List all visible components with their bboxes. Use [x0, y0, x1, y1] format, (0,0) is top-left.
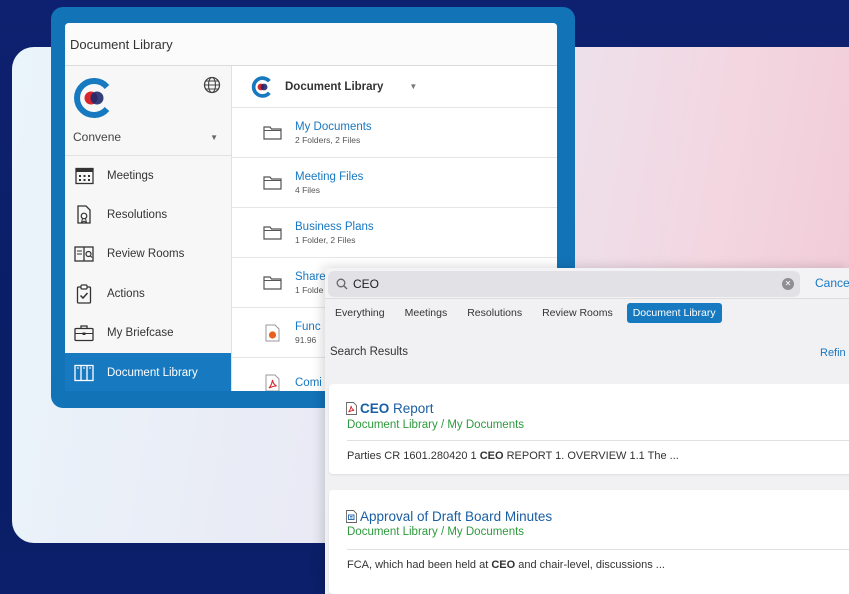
clipboard-check-icon [74, 284, 94, 304]
powerpoint-file-icon [262, 324, 282, 342]
search-icon [336, 278, 348, 290]
search-field[interactable]: ✕ [328, 271, 800, 297]
result-path: Document Library / My Documents [347, 419, 525, 431]
globe-icon[interactable] [203, 76, 221, 94]
result-title[interactable]: Approval of Draft Board Minutes [346, 509, 552, 524]
refine-button[interactable]: Refin [820, 347, 846, 359]
result-title-highlight: CEO [360, 401, 390, 416]
search-input[interactable] [353, 277, 753, 291]
caret-down-icon: ▼ [409, 82, 418, 91]
tab-meetings[interactable]: Meetings [399, 303, 454, 323]
organization-name: Convene [73, 130, 122, 144]
result-path: Document Library / My Documents [347, 526, 525, 538]
sidebar-item-meetings[interactable]: Meetings [65, 156, 231, 195]
folder-icon [262, 275, 282, 290]
item-name: Business Plans [295, 220, 374, 233]
item-name: Meeting Files [295, 170, 364, 183]
library-header-title: Document Library [285, 80, 384, 93]
item-name: Func [295, 320, 321, 333]
sidebar-item-label: Document Library [107, 366, 198, 379]
tab-document-library[interactable]: Document Library [626, 303, 722, 323]
item-meta: 1 Folder, 2 Files [295, 234, 356, 245]
tab-everything[interactable]: Everything [329, 303, 391, 323]
result-divider [347, 440, 849, 441]
sidebar-item-label: My Briefcase [107, 327, 174, 340]
pdf-file-icon [262, 374, 282, 391]
library-icon [74, 363, 94, 383]
convene-logo-icon [251, 75, 271, 98]
word-file-icon [346, 510, 357, 523]
search-result-card[interactable]: Approval of Draft Board Minutes Document… [329, 490, 849, 594]
sidebar-item-label: Actions [107, 287, 145, 300]
result-title-text: Approval of Draft Board Minutes [360, 509, 553, 524]
resolution-document-icon [74, 205, 94, 225]
briefcase-icon [74, 323, 94, 343]
sidebar-header: Convene ▼ [65, 66, 231, 151]
pdf-file-icon [346, 402, 357, 415]
tab-review-rooms[interactable]: Review Rooms [536, 303, 619, 323]
result-snippet: Parties CR 1601.280420 1 CEO REPORT 1. O… [347, 450, 679, 462]
sidebar-item-review-rooms[interactable]: Review Rooms [65, 235, 231, 274]
result-divider [347, 549, 849, 550]
convene-logo-icon [74, 78, 110, 118]
snippet-text: Parties CR 1601.280420 1 [347, 450, 480, 462]
item-name: Comi [295, 376, 322, 389]
search-panel: ✕ Cance Everything Meetings Resolutions … [325, 268, 849, 594]
folder-icon [262, 225, 282, 240]
list-item[interactable]: Meeting Files 4 Files [232, 158, 557, 208]
sidebar-item-my-briefcase[interactable]: My Briefcase [65, 314, 231, 353]
sidebar-item-label: Resolutions [107, 209, 168, 222]
item-meta: 1 Folde [295, 284, 324, 295]
clear-search-icon[interactable]: ✕ [782, 278, 794, 290]
library-header[interactable]: Document Library ▼ [232, 66, 557, 108]
search-results-heading: Search Results [330, 346, 408, 358]
item-meta: 2 Folders, 2 Files [295, 134, 361, 145]
search-filter-tabs: Everything Meetings Resolutions Review R… [329, 303, 730, 323]
sidebar-item-actions[interactable]: Actions [65, 274, 231, 313]
search-result-card[interactable]: CEO Report Document Library / My Documen… [329, 384, 849, 474]
result-title[interactable]: CEO Report [346, 401, 434, 416]
sidebar-item-label: Review Rooms [107, 248, 185, 261]
snippet-text: and chair-level, discussions ... [515, 559, 665, 571]
sidebar-item-document-library[interactable]: Document Library [65, 352, 231, 391]
organization-selector[interactable]: Convene ▼ [73, 130, 218, 144]
review-room-icon [74, 244, 94, 264]
cancel-button[interactable]: Cance [815, 276, 849, 290]
item-name: My Documents [295, 120, 372, 133]
calendar-icon [74, 166, 94, 186]
folder-icon [262, 125, 282, 140]
folder-icon [262, 175, 282, 190]
item-name: Share [295, 270, 326, 283]
sidebar: Convene ▼ Meetings Resolutions Review Ro… [65, 66, 232, 391]
snippet-highlight: CEO [479, 450, 504, 462]
caret-down-icon: ▼ [210, 132, 218, 142]
snippet-text: REPORT 1. OVERVIEW 1.1 The ... [503, 450, 679, 462]
item-meta: 91.96 [295, 334, 317, 345]
search-bar: ✕ Cance [325, 268, 849, 299]
snippet-highlight: CEO [491, 559, 516, 571]
sidebar-nav: Meetings Resolutions Review Rooms Action… [65, 155, 231, 391]
list-item[interactable]: My Documents 2 Folders, 2 Files [232, 108, 557, 158]
sidebar-item-resolutions[interactable]: Resolutions [65, 195, 231, 234]
result-title-text: Report [389, 401, 434, 416]
tab-resolutions[interactable]: Resolutions [461, 303, 528, 323]
result-snippet: FCA, which had been held at CEO and chai… [347, 559, 665, 571]
snippet-text: FCA, which had been held at [347, 559, 492, 571]
window-title-bar: Document Library [65, 23, 557, 66]
list-item[interactable]: Business Plans 1 Folder, 2 Files [232, 208, 557, 258]
item-meta: 4 Files [295, 184, 321, 195]
window-title: Document Library [70, 36, 173, 52]
sidebar-item-label: Meetings [107, 169, 154, 182]
